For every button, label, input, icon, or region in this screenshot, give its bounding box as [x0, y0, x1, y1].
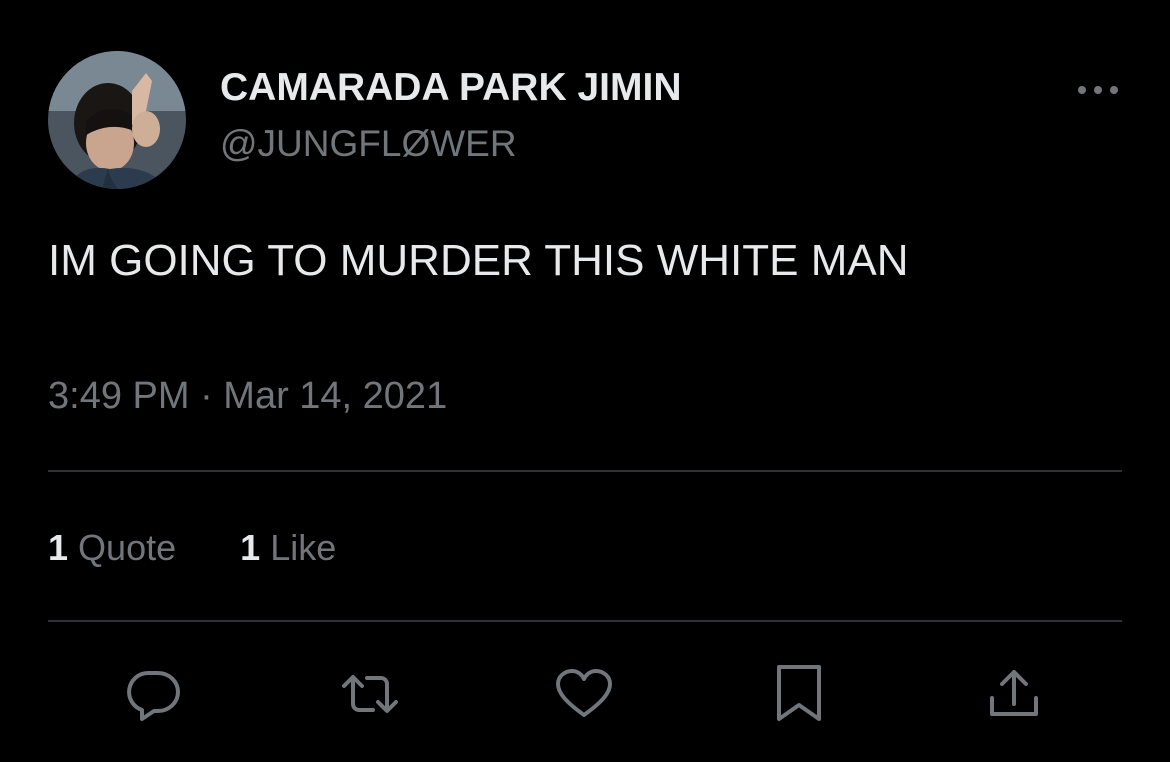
likes-label: Like [270, 527, 337, 568]
retweet-icon[interactable] [340, 664, 400, 724]
avatar[interactable] [48, 51, 186, 189]
quotes-label: Quote [78, 527, 177, 568]
bookmark-icon[interactable] [769, 664, 829, 724]
quotes-stat[interactable]: 1 Quote [48, 527, 176, 569]
user-handle[interactable]: @JUNGFLØWER [220, 123, 517, 165]
like-icon[interactable] [554, 664, 614, 724]
divider [48, 470, 1122, 472]
likes-count: 1 [240, 527, 261, 568]
tweet-timestamp[interactable]: 3:49 PM · Mar 14, 2021 [48, 375, 447, 418]
display-name[interactable]: CAMARADA PARK JIMIN [220, 66, 682, 110]
tweet-text: IM GOING TO MURDER THIS WHITE MAN [48, 236, 909, 285]
engagement-stats: 1 Quote 1 Like [48, 527, 336, 569]
quotes-count: 1 [48, 527, 69, 568]
share-icon[interactable] [984, 664, 1044, 724]
avatar-image [48, 51, 186, 189]
more-icon[interactable] [1074, 78, 1122, 102]
reply-icon[interactable] [124, 664, 184, 724]
divider [48, 620, 1122, 622]
likes-stat[interactable]: 1 Like [240, 527, 336, 569]
